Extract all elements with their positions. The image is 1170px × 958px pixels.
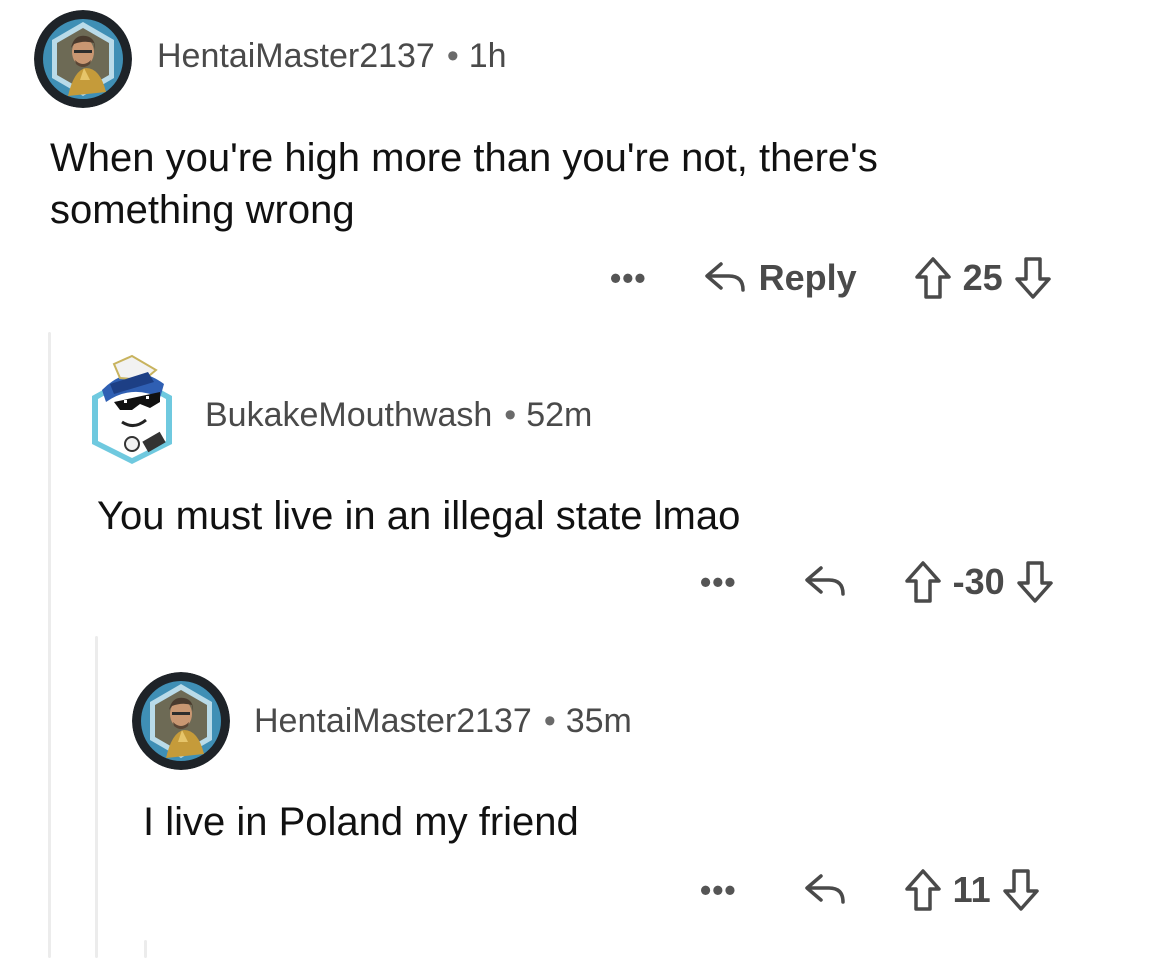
vote-controls: 11: [903, 867, 1041, 913]
separator-dot: •: [504, 396, 517, 434]
reply-label: Reply: [758, 257, 857, 298]
timestamp: 35m: [565, 702, 632, 740]
comment-actions: ••• Reply 25: [610, 254, 1053, 302]
downvote-arrow-icon[interactable]: [1001, 867, 1041, 913]
timestamp: 1h: [468, 37, 507, 75]
comment-meta: HentaiMaster2137 • 35m: [254, 702, 632, 741]
vote-controls: 25: [913, 255, 1053, 301]
more-options-button[interactable]: •••: [700, 872, 737, 909]
downvote-arrow-icon[interactable]: [1013, 255, 1053, 301]
timestamp: 52m: [526, 396, 593, 434]
upvote-arrow-icon[interactable]: [903, 559, 943, 605]
thread-line-level-2[interactable]: [95, 636, 98, 958]
thread-line-level-1[interactable]: [48, 332, 51, 958]
avatar[interactable]: [34, 10, 132, 108]
vote-score: 11: [952, 869, 991, 910]
username[interactable]: HentaiMaster2137: [157, 37, 435, 75]
snake-character-avatar-icon: [34, 10, 132, 108]
comment-body: I live in Poland my friend: [143, 800, 579, 844]
more-options-button[interactable]: •••: [700, 564, 737, 601]
username[interactable]: HentaiMaster2137: [254, 702, 532, 740]
snake-character-avatar-icon: [132, 672, 230, 770]
comment-body: When you're high more than you're not, t…: [50, 136, 878, 232]
reply-arrow-icon: [804, 874, 845, 904]
more-options-button[interactable]: •••: [610, 260, 647, 297]
avatar[interactable]: [84, 350, 180, 464]
vote-controls: -30: [903, 559, 1055, 605]
sunglasses-snoo-avatar-icon: [92, 354, 172, 464]
upvote-arrow-icon[interactable]: [903, 867, 943, 913]
separator-dot: •: [543, 702, 556, 740]
reply-button[interactable]: Reply: [703, 257, 857, 299]
comment-actions: ••• -30: [700, 558, 1055, 606]
vote-score: 25: [962, 257, 1003, 298]
reply-button[interactable]: [803, 870, 847, 910]
upvote-arrow-icon[interactable]: [913, 255, 953, 301]
downvote-arrow-icon[interactable]: [1015, 559, 1055, 605]
vote-score: -30: [952, 561, 1005, 602]
comment-actions: ••• 11: [700, 866, 1041, 914]
thread-line-level-3[interactable]: [144, 940, 147, 958]
avatar[interactable]: [132, 672, 230, 770]
reply-arrow-icon: [804, 566, 845, 596]
reply-arrow-icon: [704, 262, 745, 292]
comment-body: You must live in an illegal state lmao: [97, 494, 741, 538]
username[interactable]: BukakeMouthwash: [205, 396, 492, 434]
separator-dot: •: [446, 37, 459, 75]
comment-meta: BukakeMouthwash • 52m: [205, 396, 592, 435]
reply-button[interactable]: [803, 562, 847, 602]
comment-meta: HentaiMaster2137 • 1h: [157, 37, 507, 76]
